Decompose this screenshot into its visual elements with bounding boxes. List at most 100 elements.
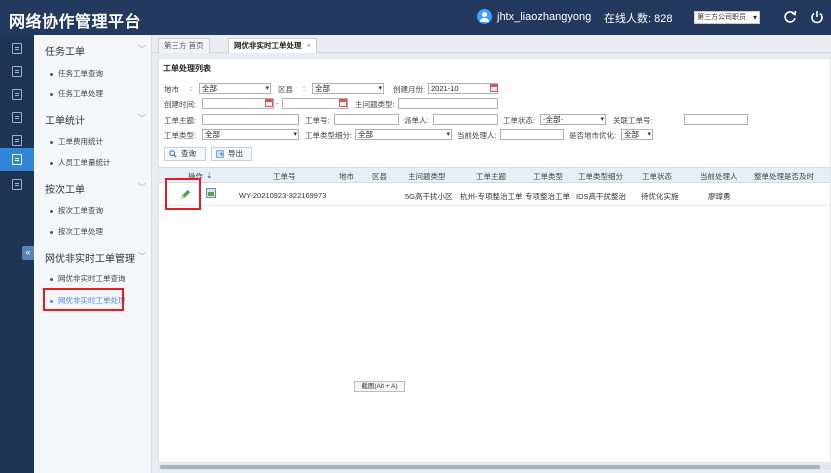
chevron-down-icon: ▾ [265, 85, 269, 92]
table-row[interactable]: WY-20210923-322169973 5G高干扰小区 杭州-专项整治工单 … [159, 184, 830, 206]
role-select[interactable]: 第三方公司职员 ▾ [694, 11, 760, 24]
content-panel: 工单处理列表 地市 : 全部 ▾ 区县 : 全部 ▾ 创建月份: 2021-10 创… [158, 58, 831, 463]
subject-label: 工单主题: [164, 116, 197, 125]
column-header: 工单号 [273, 172, 296, 181]
rail-item-7[interactable] [0, 173, 34, 196]
sidebar-item[interactable]: 按次工单处理 [50, 226, 103, 237]
chevron-down-icon[interactable]: ﹀ [138, 251, 146, 262]
order-no-input[interactable] [334, 114, 399, 125]
app-title: 网络协作管理平台 [9, 14, 142, 31]
power-icon[interactable] [809, 9, 825, 25]
local-opt-select[interactable]: 全部 ▾ [621, 129, 653, 140]
document-icon [12, 179, 22, 190]
chevron-down-icon[interactable]: ﹀ [138, 44, 146, 55]
column-header: 工单状态 [642, 172, 672, 181]
column-header: 当前处理人 [700, 172, 738, 181]
calendar-icon [12, 112, 22, 123]
export-icon [216, 150, 224, 158]
rail-item-6[interactable] [0, 148, 34, 171]
problem-type-input[interactable] [398, 98, 498, 109]
rail-item-2[interactable] [0, 60, 34, 83]
order-type-select[interactable]: 全部 ▾ [202, 129, 299, 140]
collapse-sidebar-button[interactable]: « [22, 246, 34, 260]
search-icon [169, 150, 177, 158]
sidebar-group-title[interactable]: 按次工单 [45, 181, 85, 196]
column-header: 主问题类型 [408, 172, 446, 181]
query-button[interactable]: 查询 [164, 147, 206, 161]
tab-current[interactable]: 网优非实时工单处理 × [228, 38, 317, 53]
date-separator: - [276, 99, 279, 108]
status-label: 工单状态: [503, 116, 536, 125]
problem-type-label: 主问题类型: [355, 100, 395, 109]
tab-home[interactable]: 第三方 首页 [158, 38, 210, 53]
sidebar-annotation-box [43, 288, 124, 311]
sort-icon[interactable]: ⇣ [206, 171, 212, 180]
action-annotation-box [165, 178, 201, 210]
created-start-input[interactable] [202, 98, 274, 109]
created-label: 创建时间: [164, 100, 197, 109]
cell-problem-type: 5G高干扰小区 [405, 192, 453, 201]
rail-item-1[interactable] [0, 37, 34, 60]
rail-item-3[interactable] [0, 83, 34, 106]
colon: : [190, 84, 193, 93]
chevron-down-icon[interactable]: ﹀ [138, 182, 146, 193]
document-icon [12, 89, 22, 100]
document-icon [12, 66, 22, 77]
chevron-down-icon: ▾ [600, 116, 604, 123]
chevron-down-icon: ▾ [752, 13, 757, 22]
online-count: 在线人数: 828 [604, 13, 673, 25]
calendar-icon[interactable] [265, 99, 273, 107]
type-detail-label: 工单类型细分: [305, 131, 353, 140]
column-header: 整单处理是否及时 [754, 172, 814, 181]
handler-label: 当前处理人: [457, 131, 497, 140]
calendar-icon[interactable] [490, 84, 498, 92]
dispatcher-input[interactable] [433, 114, 498, 125]
panel-title: 工单处理列表 [163, 64, 211, 73]
cell-order-type: 专项整治工单 [525, 192, 570, 201]
sidebar: 任务工单 ﹀ 任务工单查询 任务工单处理 工单统计 ﹀ 工单费用统计 人员工单量… [34, 35, 152, 473]
sidebar-group-title[interactable]: 任务工单 [45, 43, 85, 58]
chevron-down-icon[interactable]: ﹀ [138, 113, 146, 124]
user-menu[interactable]: jhtx_liaozhangyong [477, 9, 591, 24]
column-header: 区县 [372, 172, 387, 181]
sidebar-group-title[interactable]: 网优非实时工单管理 [45, 250, 135, 265]
user-icon [477, 9, 492, 24]
city-label: 地市 [164, 85, 179, 94]
handler-input[interactable] [500, 129, 564, 140]
document-icon [12, 43, 22, 54]
sidebar-item[interactable]: 任务工单查询 [50, 68, 103, 79]
month-input[interactable]: 2021-10 [428, 83, 498, 94]
tab-bar: 第三方 首页 网优非实时工单处理 × [152, 35, 831, 53]
export-button[interactable]: 导出 [211, 147, 252, 161]
cell-subject: 杭州-专项整治工单 [460, 192, 523, 201]
document-icon [12, 135, 22, 146]
related-no-label: 关联工单号: [613, 116, 653, 125]
image-icon[interactable] [206, 188, 216, 198]
colon: : [303, 84, 306, 93]
county-select[interactable]: 全部 ▾ [312, 83, 384, 94]
refresh-icon[interactable] [782, 9, 798, 25]
close-icon[interactable]: × [307, 41, 311, 50]
calendar-icon[interactable] [339, 99, 347, 107]
cell-type-detail: IDS高干扰整治 [576, 192, 627, 201]
cell-order-no[interactable]: WY-20210923-322169973 [239, 191, 326, 200]
sidebar-item[interactable]: 工单费用统计 [50, 136, 103, 147]
city-select[interactable]: 全部 ▾ [199, 83, 271, 94]
column-header: 工单类型 [533, 172, 563, 181]
related-no-input[interactable] [684, 114, 748, 125]
sidebar-item[interactable]: 人员工单量统计 [50, 157, 111, 168]
sidebar-item[interactable]: 网优非实时工单查询 [50, 273, 126, 284]
sidebar-group-title[interactable]: 工单统计 [45, 112, 85, 127]
scrollbar-thumb[interactable] [160, 465, 820, 469]
sidebar-item[interactable]: 按次工单查询 [50, 205, 103, 216]
cell-status: 待优化实施 [641, 192, 679, 201]
chevron-down-icon: ▾ [378, 85, 382, 92]
status-select[interactable]: -全部- ▾ [540, 114, 606, 125]
sidebar-item[interactable]: 任务工单处理 [50, 88, 103, 99]
rail-item-4[interactable] [0, 106, 34, 129]
subject-input[interactable] [202, 114, 299, 125]
horizontal-scrollbar[interactable] [158, 464, 831, 470]
order-type-label: 工单类型: [164, 131, 197, 140]
folder-icon [12, 154, 22, 165]
type-detail-select[interactable]: 全部 ▾ [355, 129, 452, 140]
